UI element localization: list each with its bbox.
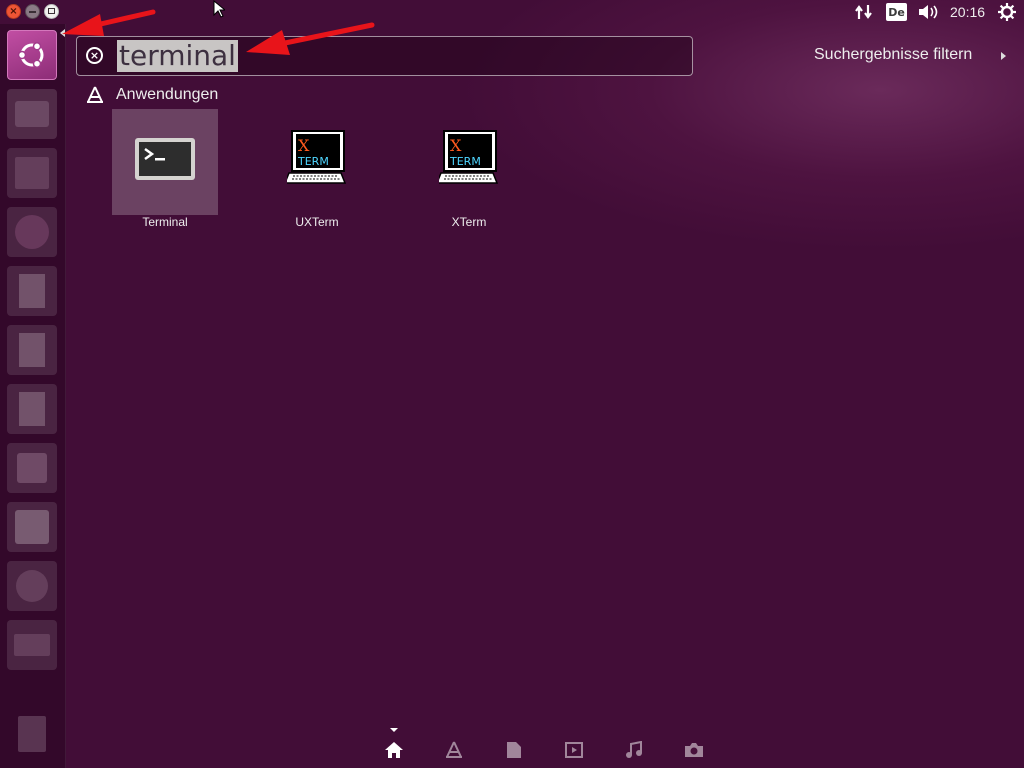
- home-icon[interactable]: [384, 740, 404, 760]
- volume-icon[interactable]: [917, 0, 939, 24]
- video-icon[interactable]: [564, 740, 584, 760]
- document-icon: [19, 274, 45, 308]
- launcher-item-system-settings[interactable]: [7, 561, 57, 611]
- lens-bar: [374, 728, 714, 768]
- launcher-item-libreoffice-writer[interactable]: [7, 266, 57, 316]
- power-gear-icon[interactable]: [998, 0, 1016, 24]
- launcher-item-libreoffice-impress[interactable]: [7, 384, 57, 434]
- photo-icon[interactable]: [684, 740, 704, 760]
- shopping-bag-icon: [17, 453, 47, 483]
- launcher-item-software-center[interactable]: [7, 443, 57, 493]
- ubuntu-logo-icon: [17, 42, 44, 68]
- file-cabinet-icon: [15, 157, 49, 189]
- spreadsheet-icon: [19, 333, 45, 367]
- launcher-item-amazon[interactable]: [7, 502, 57, 552]
- top-panel: × De 20:16: [0, 0, 1024, 24]
- applications-icon[interactable]: [444, 740, 464, 760]
- music-icon[interactable]: [624, 740, 644, 760]
- launcher-active-arrow: [60, 29, 65, 37]
- launcher-item-drive[interactable]: [7, 620, 57, 670]
- clear-search-icon[interactable]: ×: [86, 47, 103, 64]
- xterm-x-letter: X: [450, 136, 462, 155]
- launcher-item-files[interactable]: [7, 148, 57, 198]
- terminal-icon: [135, 127, 195, 189]
- launcher-item-trash[interactable]: [7, 709, 57, 759]
- keyboard-layout-indicator[interactable]: De: [886, 3, 907, 21]
- network-transfer-icon[interactable]: [854, 0, 874, 24]
- files-icon[interactable]: [504, 740, 524, 760]
- app-label: XTerm: [451, 215, 487, 229]
- app-label: Terminal: [142, 215, 188, 229]
- xterm-icon: X TERM: [283, 127, 347, 189]
- category-title: Anwendungen: [116, 86, 219, 103]
- launcher-item-system-installer[interactable]: [7, 89, 57, 139]
- xterm-term-letters: TERM: [449, 155, 481, 168]
- app-result-terminal[interactable]: Terminal: [112, 109, 218, 229]
- close-icon[interactable]: ×: [6, 4, 21, 19]
- applications-category-icon: [86, 86, 104, 108]
- launcher-item-firefox[interactable]: [7, 207, 57, 257]
- minimize-icon[interactable]: [25, 4, 40, 19]
- firefox-icon: [15, 215, 49, 249]
- xterm-term-letters: TERM: [297, 155, 329, 168]
- app-result-xterm[interactable]: X TERM XTerm: [416, 109, 522, 231]
- filter-results-button[interactable]: Suchergebnisse filtern: [814, 46, 972, 64]
- installer-icon: [15, 101, 49, 127]
- trash-icon: [18, 716, 46, 752]
- app-result-uxterm[interactable]: X TERM UXTerm: [264, 109, 370, 231]
- xterm-icon: X TERM: [435, 127, 499, 189]
- launcher-item-dash-home[interactable]: [7, 30, 57, 80]
- amazon-icon: [15, 510, 49, 544]
- chevron-right-icon[interactable]: [1001, 52, 1006, 60]
- presentation-icon: [19, 392, 45, 426]
- active-lens-indicator: [390, 728, 398, 732]
- xterm-x-letter: X: [298, 136, 310, 155]
- launcher: [0, 24, 66, 768]
- launcher-item-libreoffice-calc[interactable]: [7, 325, 57, 375]
- app-label: UXTerm: [295, 215, 339, 229]
- maximize-icon[interactable]: [44, 4, 59, 19]
- search-query-text[interactable]: terminal: [117, 40, 238, 72]
- clock[interactable]: 20:16: [950, 0, 985, 24]
- drive-icon: [14, 634, 50, 656]
- settings-icon: [16, 570, 48, 602]
